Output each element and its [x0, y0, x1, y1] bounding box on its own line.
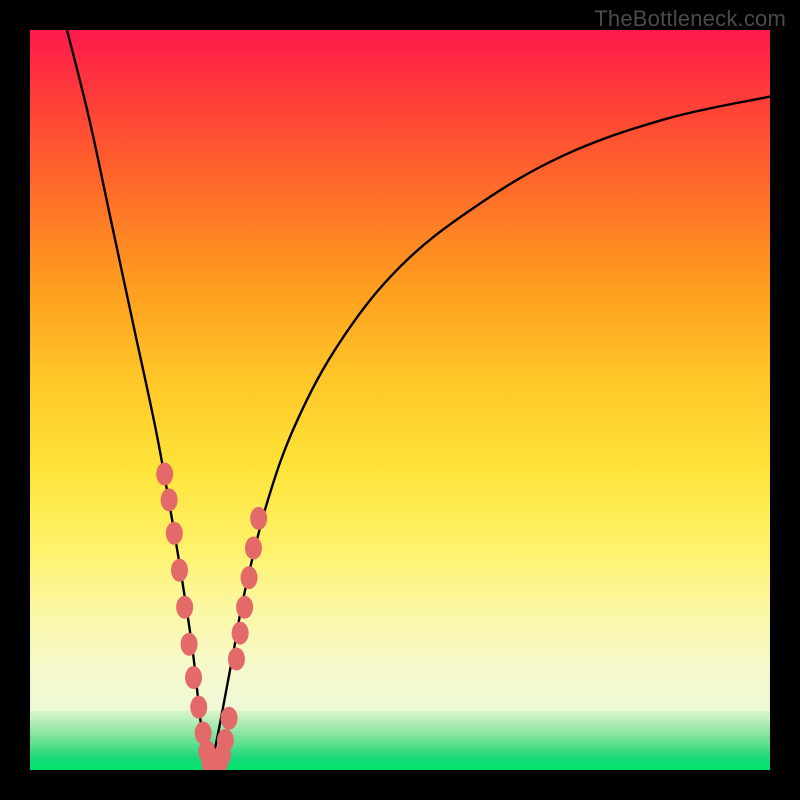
- data-marker: [181, 633, 198, 656]
- data-marker: [232, 622, 249, 645]
- plot-area: [30, 30, 770, 770]
- data-marker: [171, 559, 188, 582]
- markers-layer: [30, 30, 770, 770]
- data-marker: [176, 596, 193, 619]
- data-marker: [156, 463, 173, 486]
- data-marker: [185, 666, 202, 689]
- chart-frame: TheBottleneck.com: [0, 0, 800, 800]
- data-marker: [236, 596, 253, 619]
- data-marker: [221, 707, 238, 730]
- data-marker: [245, 537, 262, 560]
- data-marker: [217, 729, 234, 752]
- data-marker: [161, 488, 178, 511]
- data-marker: [190, 696, 207, 719]
- data-marker: [241, 566, 258, 589]
- watermark-text: TheBottleneck.com: [594, 6, 786, 32]
- data-marker: [228, 648, 245, 671]
- data-marker: [166, 522, 183, 545]
- data-marker: [250, 507, 267, 530]
